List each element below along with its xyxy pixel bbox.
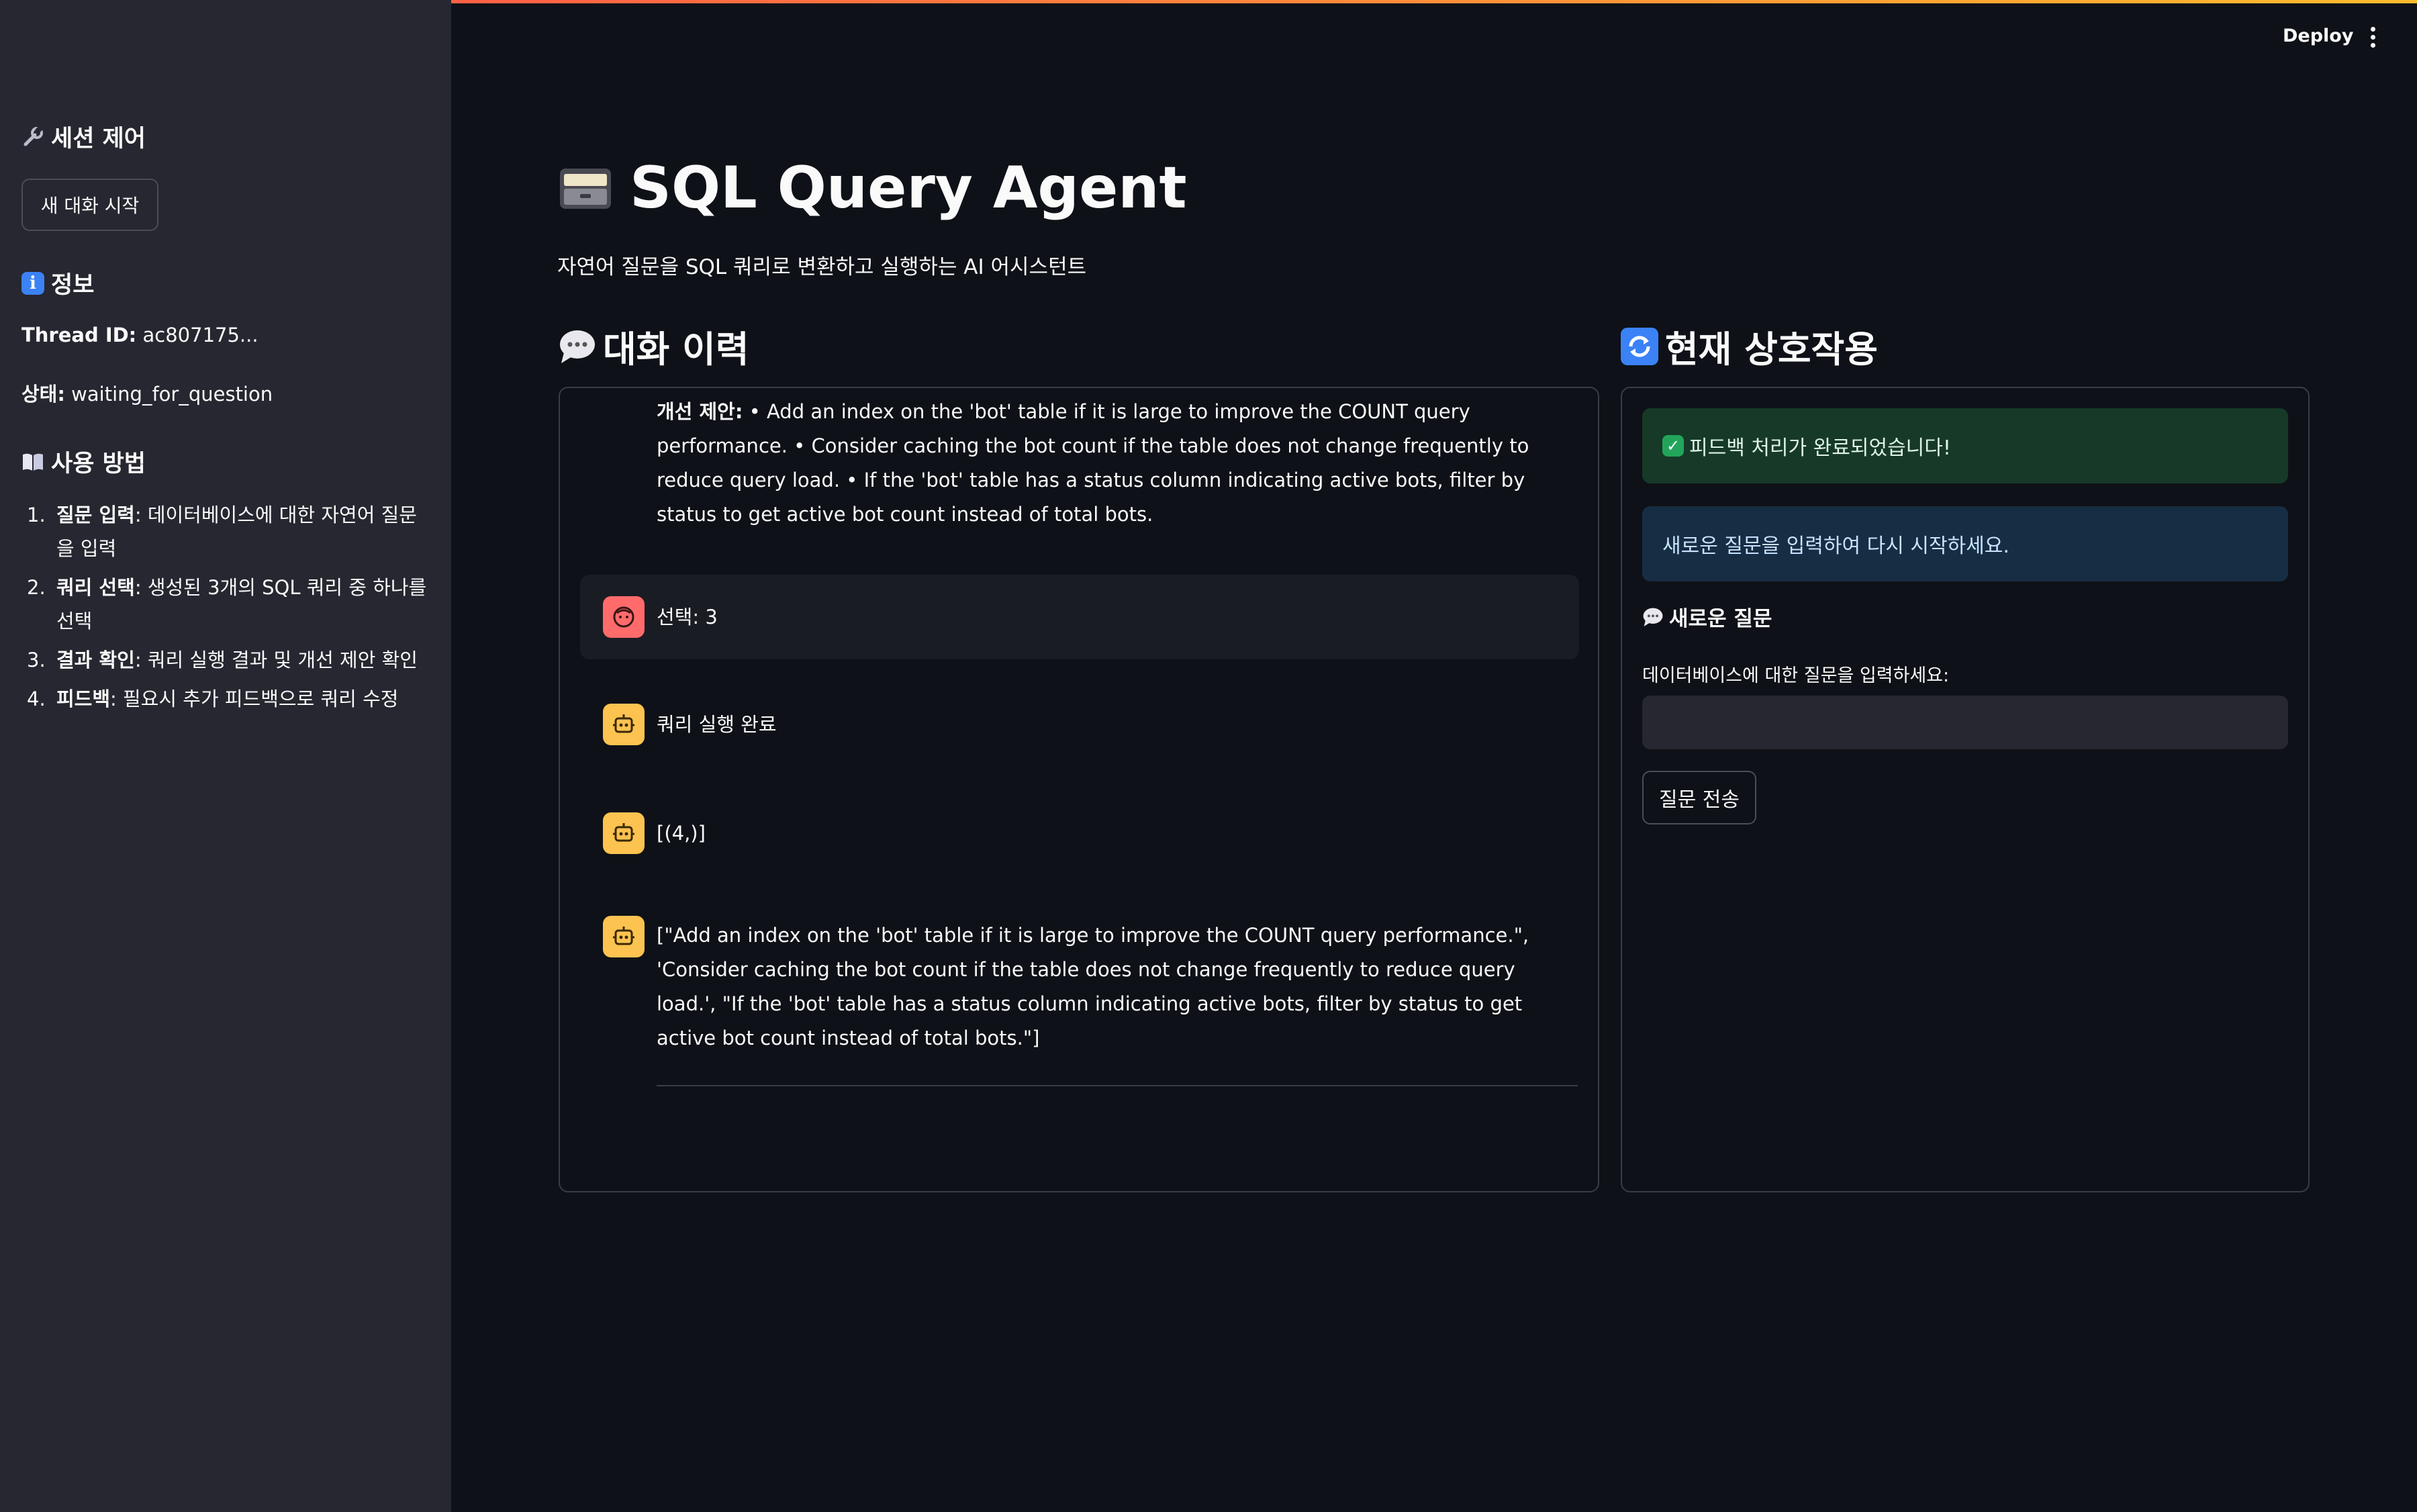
submit-question-button[interactable]: 질문 전송 <box>1642 771 1756 824</box>
current-panel: ✓ 피드백 처리가 완료되었습니다! 새로운 질문을 입력하여 다시 시작하세요… <box>1621 387 2310 1192</box>
new-question-heading: 새로운 질문 <box>1642 602 1772 632</box>
file-cabinet-icon <box>560 169 611 209</box>
bot-avatar-icon <box>603 812 645 854</box>
usage-heading: 사용 방법 <box>21 444 146 479</box>
book-icon <box>23 453 43 471</box>
check-icon: ✓ <box>1662 435 1684 457</box>
main-menu-icon[interactable] <box>2366 27 2379 51</box>
speech-bubble-icon <box>1643 608 1663 626</box>
sidebar: 세션 제어 새 대화 시작 i 정보 Thread ID: ac807175..… <box>0 0 451 1512</box>
wrench-icon <box>23 125 43 146</box>
usage-item: 4. 피드백: 필요시 추가 피드백으로 쿼리 수정 <box>27 688 399 710</box>
question-input[interactable] <box>1642 696 2288 749</box>
page-title: SQL Query Agent <box>557 154 1187 222</box>
bot-message: [(4,)] <box>657 822 706 845</box>
suggestion-message: 개선 제안: • Add an index on the 'bot' table… <box>657 400 1529 526</box>
session-heading: 세션 제어 <box>21 120 146 154</box>
usage-item: 2. 쿼리 선택: 생성된 3개의 SQL 쿼리 중 하나를 선택 <box>27 576 427 632</box>
usage-item: 1. 질문 입력: 데이터베이스에 대한 자연어 질문을 입력 <box>27 504 417 560</box>
new-chat-button[interactable]: 새 대화 시작 <box>21 179 158 231</box>
history-panel[interactable]: 개선 제안: • Add an index on the 'bot' table… <box>559 387 1599 1192</box>
refresh-icon <box>1621 327 1658 365</box>
info-alert: 새로운 질문을 입력하여 다시 시작하세요. <box>1642 506 2288 581</box>
question-input-label: 데이터베이스에 대한 질문을 입력하세요: <box>1642 665 1950 686</box>
bot-avatar-icon <box>603 704 645 745</box>
status-text: 상태: waiting_for_question <box>21 383 273 406</box>
divider <box>657 1085 1578 1086</box>
info-heading: i 정보 <box>21 266 94 300</box>
bot-avatar-icon <box>603 916 645 957</box>
history-heading: 대화 이력 <box>559 320 749 373</box>
user-avatar-icon <box>603 596 645 638</box>
speech-bubble-icon <box>560 330 595 363</box>
thread-id: Thread ID: ac807175... <box>21 324 258 346</box>
deploy-button[interactable]: Deploy <box>2283 26 2353 46</box>
bot-message: 쿼리 실행 완료 <box>657 713 777 736</box>
user-message: 선택: 3 <box>657 606 718 628</box>
usage-item: 3. 결과 확인: 쿼리 실행 결과 및 개선 제안 확인 <box>27 649 418 671</box>
success-alert: ✓ 피드백 처리가 완료되었습니다! <box>1642 408 2288 483</box>
current-heading: 현재 상호작용 <box>1621 320 1878 373</box>
usage-list: 1. 질문 입력: 데이터베이스에 대한 자연어 질문을 입력 2. 쿼리 선택… <box>21 498 430 721</box>
bot-message: ["Add an index on the 'bot' table if it … <box>657 924 1529 1049</box>
info-icon: i <box>21 271 44 295</box>
page-subtitle: 자연어 질문을 SQL 쿼리로 변환하고 실행하는 AI 어시스턴트 <box>557 255 1087 279</box>
